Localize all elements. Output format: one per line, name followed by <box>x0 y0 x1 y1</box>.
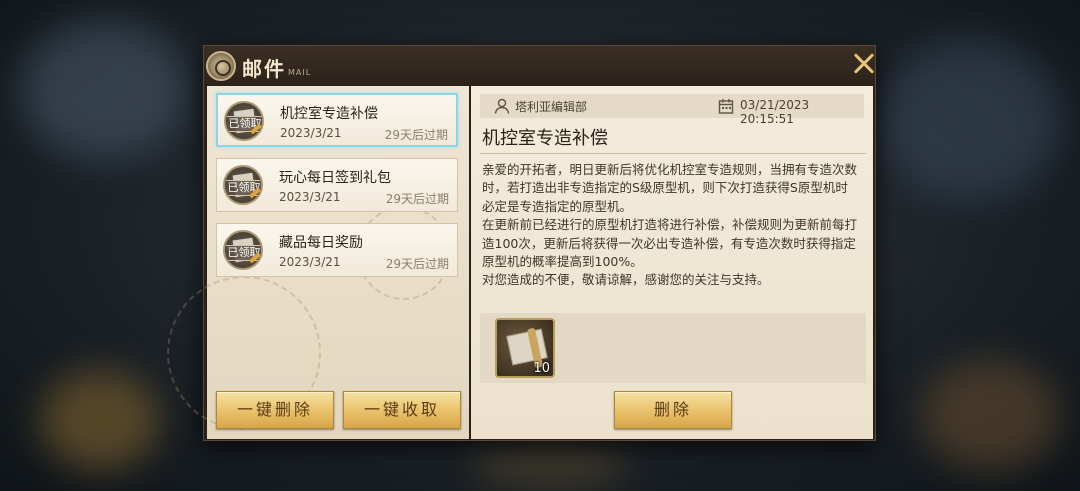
delete-all-button[interactable]: 一键删除 <box>216 391 334 429</box>
attachment-item[interactable]: 10 <box>495 318 555 378</box>
mail-sender: 塔利亚编辑部 <box>515 100 588 114</box>
attachment-count: 10 <box>533 361 550 376</box>
mail-title: 玩心每日签到礼包 <box>279 170 391 186</box>
mail-date: 2023/3/21 <box>279 190 341 204</box>
delete-button[interactable]: 删除 <box>614 391 732 429</box>
mail-item[interactable]: 已领取 玩心每日签到礼包 2023/3/21 29天后过期 <box>216 158 458 212</box>
mail-status-icon: 已领取 <box>223 230 263 270</box>
mail-item[interactable]: 已领取 机控室专造补偿 2023/3/21 29天后过期 <box>216 93 458 147</box>
mail-title: 机控室专造补偿 <box>280 106 378 122</box>
mail-datetime: 03/21/2023 20:15:51 <box>740 98 810 126</box>
attachment-area: 10 <box>480 313 866 383</box>
mail-date: 2023/3/21 <box>279 255 341 269</box>
title-bar: 邮件 MAIL <box>204 46 875 86</box>
mail-status-icon: 已领取 <box>224 101 264 141</box>
divider <box>480 153 866 154</box>
mail-title: 藏品每日奖励 <box>279 235 363 251</box>
dialog-title: 邮件 <box>242 57 286 81</box>
mail-expire: 29天后过期 <box>385 192 449 206</box>
mail-expire: 29天后过期 <box>385 257 449 271</box>
mail-detail-title: 机控室专造补偿 <box>482 128 608 149</box>
mail-expire: 29天后过期 <box>384 128 448 142</box>
claim-all-button[interactable]: 一键收取 <box>343 391 461 429</box>
mail-meta-bar: 塔利亚编辑部 03/21/2023 20:15:51 <box>480 94 864 126</box>
calendar-icon <box>718 99 734 114</box>
mail-body: 亲爱的开拓者，明日更新后将优化机控室专造规则，当拥有专造次数时，若打造出非专造指… <box>482 162 858 288</box>
mail-list-panel: 已领取 机控室专造补偿 2023/3/21 29天后过期 已领取 玩心每日签到礼… <box>167 86 469 439</box>
close-icon[interactable] <box>848 48 880 80</box>
mail-date: 2023/3/21 <box>280 126 342 140</box>
mail-status-icon: 已领取 <box>223 165 263 205</box>
user-icon <box>494 98 510 114</box>
dialog-subtitle: MAIL <box>288 68 312 77</box>
mail-emblem-icon <box>206 51 236 81</box>
mail-detail-panel: 塔利亚编辑部 03/21/2023 20:15:51 机控室专造补偿 亲爱的开拓… <box>471 86 873 439</box>
mail-item[interactable]: 已领取 藏品每日奖励 2023/3/21 29天后过期 <box>216 223 458 277</box>
mail-dialog: 邮件 MAIL 已领取 机控室专造补偿 2023/3/21 29天后过期 已领取… <box>167 45 876 441</box>
